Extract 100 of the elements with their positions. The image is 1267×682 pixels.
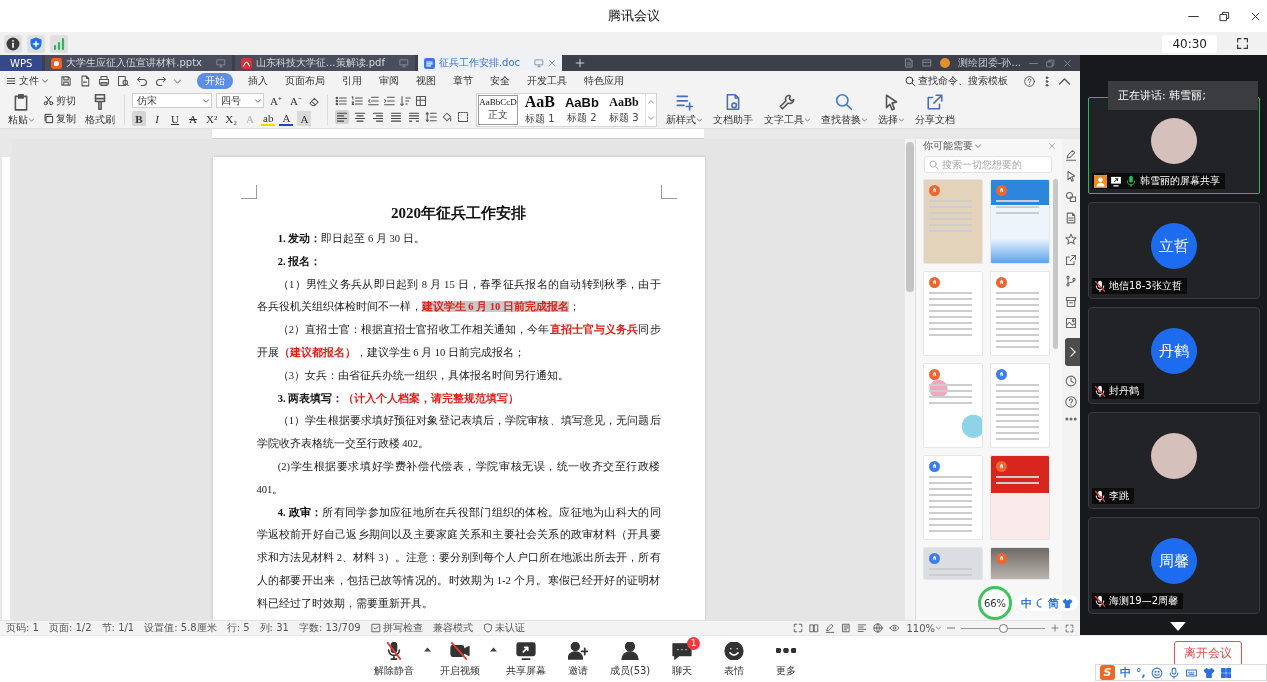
- pane-title[interactable]: 你可能需要: [923, 139, 973, 153]
- print-preview-icon[interactable]: [117, 75, 129, 87]
- align-right-icon[interactable]: [370, 110, 385, 124]
- toolbar-button[interactable]: 共享屏幕: [500, 640, 552, 678]
- style-option[interactable]: AaBbCcD 正文: [476, 93, 519, 126]
- card-icon[interactable]: [921, 58, 932, 68]
- leave-meeting-button[interactable]: 离开会议: [1174, 641, 1242, 666]
- shapes-icon[interactable]: [1065, 191, 1077, 203]
- expand-handle[interactable]: [1065, 338, 1080, 366]
- file-icon[interactable]: [903, 58, 914, 68]
- increase-indent-icon[interactable]: [382, 95, 395, 107]
- style-option[interactable]: AaB 标题 1: [518, 93, 561, 126]
- toolbar-button[interactable]: 邀请: [552, 640, 604, 678]
- account-name[interactable]: 测绘团委-孙...: [957, 56, 1021, 70]
- scrollbar-thumb[interactable]: [1053, 179, 1058, 349]
- toolbar-button[interactable]: 更多: [760, 640, 812, 678]
- font-size-field[interactable]: 四号: [216, 93, 264, 108]
- align-left-icon[interactable]: [334, 110, 349, 124]
- image-icon[interactable]: [1065, 317, 1077, 329]
- toolbar-button[interactable]: 查找替换: [818, 92, 869, 127]
- save-icon[interactable]: [60, 75, 72, 87]
- ribbon-tab[interactable]: 引用: [340, 73, 364, 89]
- document-tab[interactable]: WPS: [0, 55, 43, 71]
- video-tile[interactable]: 周馨 海测19—2周馨: [1088, 517, 1260, 614]
- ribbon-tab[interactable]: 开发工具: [525, 73, 569, 89]
- pointer-icon[interactable]: [1065, 170, 1077, 182]
- video-tile[interactable]: 丹鹤 封丹鹤: [1088, 307, 1260, 404]
- moon-icon[interactable]: [1035, 598, 1045, 608]
- zoom-level[interactable]: 110%: [906, 622, 941, 634]
- ribbon-tab[interactable]: 视图: [414, 73, 438, 89]
- document-tab[interactable]: 大学生应征入伍宣讲材料.pptx: [45, 55, 232, 71]
- more-icon[interactable]: [1065, 417, 1077, 421]
- status-text[interactable]: 拼写检查: [382, 621, 423, 635]
- italic-button[interactable]: I: [150, 111, 164, 126]
- font-size-step-button[interactable]: A⁺: [268, 93, 284, 108]
- toolbar-button[interactable]: 分享文档: [912, 92, 957, 127]
- smiley-icon[interactable]: [1150, 666, 1163, 679]
- align-center-icon[interactable]: [352, 110, 367, 124]
- page-view-icon[interactable]: [841, 623, 852, 633]
- input-mode[interactable]: 中: [1120, 665, 1131, 680]
- template-preview-drawing[interactable]: [990, 455, 1050, 540]
- shirt-icon[interactable]: [1062, 597, 1073, 609]
- close-icon[interactable]: [1250, 10, 1261, 22]
- superscript-button[interactable]: X²: [204, 111, 220, 126]
- shirt-icon[interactable]: [1202, 666, 1215, 679]
- toolbar-button[interactable]: 选择: [875, 92, 906, 127]
- zoom-in-icon[interactable]: [1051, 624, 1059, 632]
- video-tile[interactable]: 李跳: [1088, 412, 1260, 509]
- document-icon[interactable]: [1065, 212, 1077, 224]
- clock-icon[interactable]: [1065, 375, 1077, 387]
- edit-icon[interactable]: [825, 623, 836, 633]
- bulleted-list-icon[interactable]: [334, 95, 347, 107]
- style-option[interactable]: AaBb 标题 2: [560, 93, 603, 126]
- fullscreen-icon[interactable]: [1236, 37, 1249, 50]
- signal-icon[interactable]: [50, 34, 68, 53]
- grid-icon[interactable]: [1219, 666, 1232, 679]
- highlight-button[interactable]: ab: [261, 111, 276, 126]
- command-search[interactable]: 查找命令、搜索模板: [905, 74, 1008, 88]
- toolbar-button[interactable]: 文字工具: [761, 92, 812, 127]
- collapse-icon[interactable]: [1059, 77, 1070, 85]
- two-page-icon[interactable]: [809, 623, 820, 633]
- redo-icon[interactable]: [155, 75, 167, 87]
- more-icon[interactable]: [1045, 75, 1049, 87]
- copy-button[interactable]: 复制: [43, 111, 76, 126]
- template-preview-drawing[interactable]: [923, 547, 983, 580]
- print-icon[interactable]: [98, 75, 110, 87]
- template-preview-drawing[interactable]: [990, 547, 1050, 580]
- sort-icon[interactable]: [398, 95, 411, 107]
- toolbar-button[interactable]: 解除静音: [368, 640, 420, 678]
- info-icon[interactable]: [4, 34, 22, 53]
- shading-icon[interactable]: [440, 111, 453, 123]
- outline-view-icon[interactable]: [857, 623, 868, 633]
- toolbar-button[interactable]: 开启视频: [434, 640, 486, 678]
- underline-button[interactable]: U: [168, 111, 182, 126]
- help-icon[interactable]: [1024, 75, 1035, 87]
- branch-icon[interactable]: [1065, 275, 1077, 287]
- ribbon-tab[interactable]: 审阅: [377, 73, 401, 89]
- scrollbar-thumb[interactable]: [906, 142, 914, 292]
- new-tab-icon[interactable]: [575, 58, 586, 68]
- microphone-icon[interactable]: [1167, 666, 1180, 679]
- align-justify-icon[interactable]: [388, 110, 403, 124]
- status-text[interactable]: 未认证: [494, 621, 525, 635]
- align-distribute-icon[interactable]: [406, 110, 421, 124]
- scroll-down-arrow-icon[interactable]: [1169, 622, 1186, 631]
- toolbar-button[interactable]: 新样式: [663, 92, 704, 127]
- bold-button[interactable]: B: [132, 111, 146, 126]
- keyboard-icon[interactable]: [1184, 666, 1198, 679]
- input-mode[interactable]: 中: [1021, 595, 1032, 611]
- restore-icon[interactable]: [1219, 10, 1230, 22]
- character-shading-button[interactable]: A: [297, 111, 312, 126]
- shield-icon[interactable]: [27, 34, 45, 53]
- document-tab[interactable]: 山东科技大学征...策解读.pdf: [235, 55, 415, 71]
- ribbon-tab[interactable]: 特色应用: [582, 73, 626, 89]
- web-view-icon[interactable]: [873, 623, 884, 633]
- toolbar-button[interactable]: 表情: [708, 640, 760, 678]
- share-icon[interactable]: [1065, 254, 1077, 266]
- slider-thumb[interactable]: [998, 623, 1008, 633]
- archive-icon[interactable]: [1065, 296, 1077, 308]
- punctuation-mode[interactable]: °,: [1136, 666, 1146, 679]
- eye-icon[interactable]: [889, 623, 901, 633]
